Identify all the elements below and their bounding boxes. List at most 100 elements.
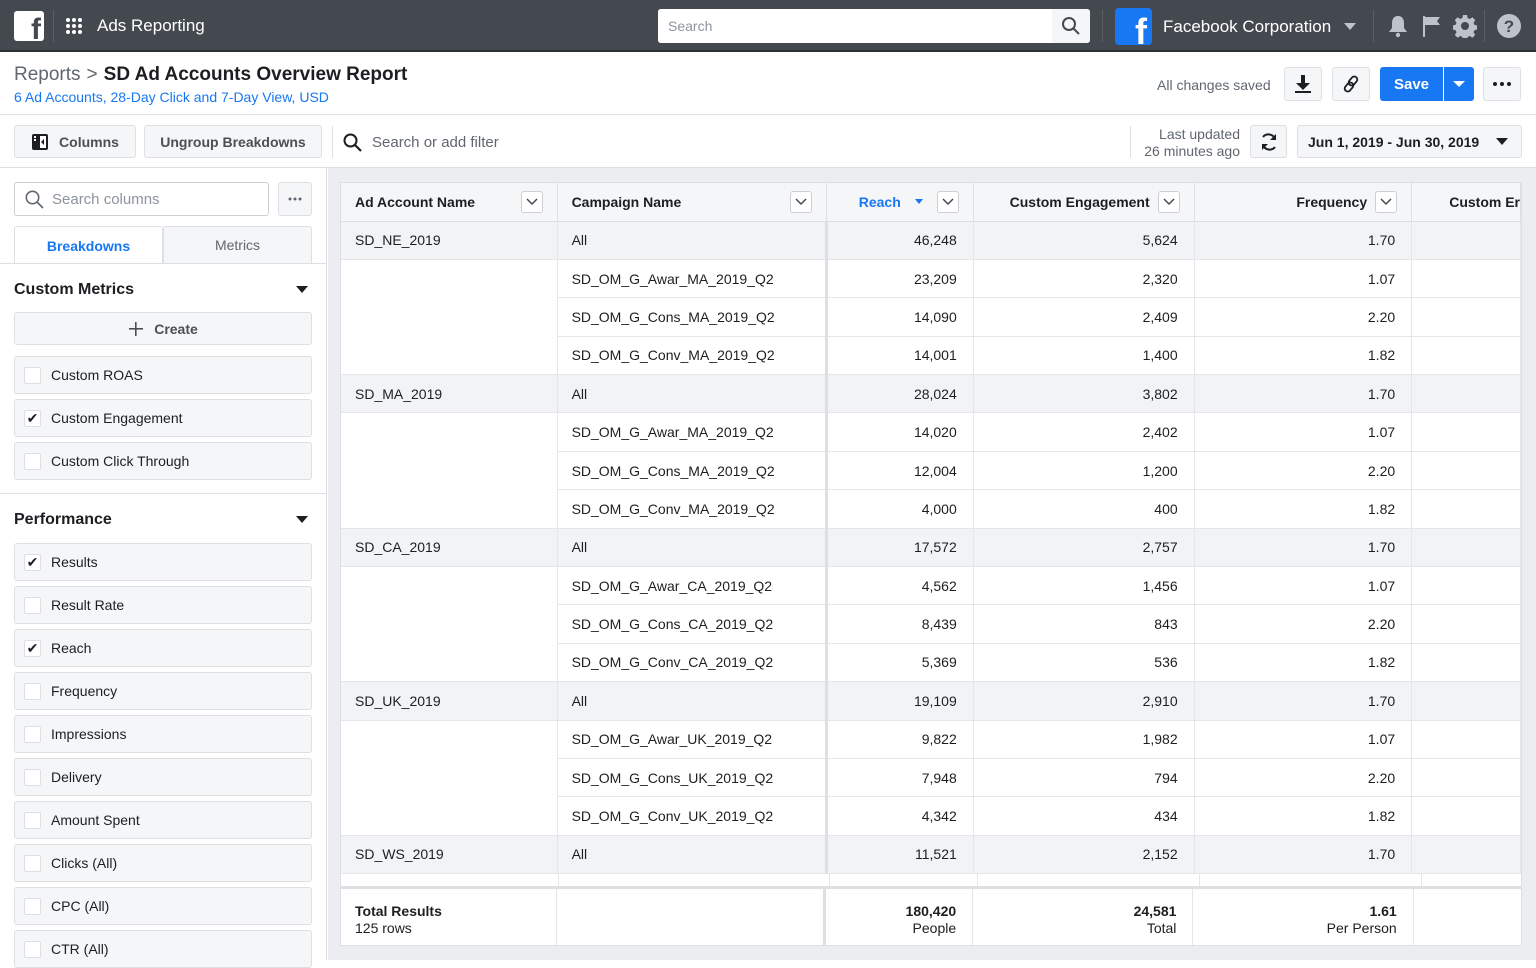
metric-item[interactable]: ✔ Custom Engagement	[14, 399, 312, 437]
frequency-cell: 1.70	[1194, 681, 1413, 721]
share-link-button[interactable]	[1332, 67, 1370, 101]
section-title-performance[interactable]: Performance	[14, 511, 112, 529]
table-row-account-total[interactable]: SD_MA_2019 All 28,024 3,802 1.70	[341, 374, 1521, 414]
checkbox[interactable]	[24, 854, 41, 872]
custom-er-cell	[1411, 528, 1521, 568]
table-row[interactable]: SD_OM_G_Awar_UK_2019_Q2 9,822 1,982 1.07	[341, 720, 1521, 759]
account-cell	[341, 259, 558, 298]
reach-cell: 4,562	[826, 566, 974, 606]
table-row-account-total[interactable]: SD_UK_2019 All 19,109 2,910 1.70	[341, 681, 1521, 721]
checkbox[interactable]	[24, 366, 41, 384]
metric-item[interactable]: CPC (All)	[14, 887, 312, 925]
column-header-custom-er[interactable]: Custom Er	[1411, 183, 1521, 222]
ungroup-breakdowns-button[interactable]: Ungroup Breakdowns	[144, 125, 322, 158]
column-menu-button[interactable]	[789, 190, 812, 213]
caret-down-icon[interactable]	[296, 516, 308, 523]
checkbox-checked[interactable]: ✔	[24, 639, 41, 657]
table-row[interactable]: SD_OM_G_Awar_CA_2019_Q2 4,562 1,456 1.07	[341, 566, 1521, 606]
campaign-cell: SD_OM_G_Awar_MA_2019_Q2	[557, 412, 828, 452]
facebook-logo-icon[interactable]: f	[14, 11, 44, 41]
column-header-custom-engagement[interactable]: Custom Engagement	[973, 183, 1195, 222]
save-options-button[interactable]	[1444, 67, 1474, 101]
section-title-custom-metrics[interactable]: Custom Metrics	[14, 281, 134, 299]
account-cell	[341, 758, 558, 797]
search-button[interactable]	[1052, 9, 1090, 43]
metric-label: Result Rate	[51, 597, 125, 613]
checkbox[interactable]	[24, 725, 41, 743]
checkbox[interactable]	[24, 940, 41, 958]
caret-down-icon[interactable]	[296, 286, 308, 293]
column-header-ad-account[interactable]: Ad Account Name	[341, 183, 558, 222]
data-table: Ad Account Name Campaign Name Reach Cust…	[341, 183, 1521, 875]
table-row-account-total[interactable]: SD_NE_2019 All 46,248 5,624 1.70	[341, 221, 1521, 260]
metric-label: Custom Engagement	[51, 410, 183, 426]
filter-search[interactable]: Search or add filter	[343, 133, 499, 152]
metric-item[interactable]: Delivery	[14, 758, 312, 796]
tab-breakdowns[interactable]: Breakdowns	[14, 226, 163, 264]
account-logo-icon[interactable]: f	[1115, 8, 1152, 45]
table-row[interactable]: SD_OM_G_Cons_MA_2019_Q2 14,090 2,409 2.20	[341, 297, 1521, 337]
account-cell: SD_NE_2019	[341, 221, 558, 260]
reach-cell: 14,090	[826, 297, 974, 337]
metric-item[interactable]: Frequency	[14, 672, 312, 710]
account-name[interactable]: Facebook Corporation	[1163, 17, 1331, 37]
tab-metrics[interactable]: Metrics	[163, 226, 312, 264]
table-row[interactable]: SD_OM_G_Conv_CA_2019_Q2 5,369 536 1.82	[341, 643, 1521, 683]
flag-icon[interactable]	[1418, 13, 1444, 39]
export-button[interactable]	[1284, 67, 1322, 101]
column-search-input[interactable]	[52, 190, 252, 208]
column-header-frequency[interactable]: Frequency	[1194, 183, 1413, 222]
metric-item[interactable]: Amount Spent	[14, 801, 312, 839]
column-menu-button[interactable]	[1375, 190, 1398, 213]
metric-item[interactable]: ✔ Reach	[14, 629, 312, 667]
chevron-down-icon[interactable]	[1344, 23, 1356, 30]
table-row-account-total[interactable]: SD_WS_2019 All 11,521 2,152 1.70	[341, 835, 1521, 875]
global-search-input[interactable]	[658, 9, 1048, 43]
metric-item[interactable]: Result Rate	[14, 586, 312, 624]
column-menu-button[interactable]	[520, 190, 543, 213]
column-menu-button[interactable]	[936, 190, 959, 213]
more-options-button[interactable]	[1483, 67, 1521, 101]
metric-item[interactable]: Clicks (All)	[14, 844, 312, 882]
metric-label: Clicks (All)	[51, 855, 118, 871]
checkbox-checked[interactable]: ✔	[24, 553, 41, 571]
apps-grid-icon[interactable]	[66, 18, 84, 34]
checkbox-checked[interactable]: ✔	[24, 409, 41, 427]
column-menu-button[interactable]	[1157, 190, 1180, 213]
breadcrumb-reports-link[interactable]: Reports	[14, 64, 81, 85]
checkbox[interactable]	[24, 897, 41, 915]
table-row[interactable]: SD_OM_G_Conv_UK_2019_Q2 4,342 434 1.82	[341, 796, 1521, 836]
table-row[interactable]: SD_OM_G_Cons_CA_2019_Q2 8,439 843 2.20	[341, 604, 1521, 644]
report-settings-link[interactable]: 6 Ad Accounts, 28-Day Click and 7-Day Vi…	[14, 89, 329, 105]
help-icon[interactable]: ?	[1496, 13, 1522, 39]
metric-item[interactable]: Impressions	[14, 715, 312, 753]
column-header-campaign[interactable]: Campaign Name	[557, 183, 827, 222]
table-row[interactable]: SD_OM_G_Cons_MA_2019_Q2 12,004 1,200 2.20	[341, 451, 1521, 491]
table-row[interactable]: SD_OM_G_Conv_MA_2019_Q2 4,000 400 1.82	[341, 489, 1521, 529]
table-row[interactable]: SD_OM_G_Cons_UK_2019_Q2 7,948 794 2.20	[341, 758, 1521, 798]
bell-icon[interactable]	[1385, 13, 1411, 39]
create-custom-metric-button[interactable]: Create	[14, 312, 312, 345]
checkbox[interactable]	[24, 811, 41, 829]
gear-icon[interactable]	[1452, 13, 1478, 39]
app-title[interactable]: Ads Reporting	[97, 16, 205, 36]
table-row[interactable]: SD_OM_G_Awar_MA_2019_Q2 23,209 2,320 1.07	[341, 259, 1521, 299]
date-range-picker[interactable]: Jun 1, 2019 - Jun 30, 2019	[1297, 125, 1522, 158]
metric-item[interactable]: Custom Click Through	[14, 442, 312, 480]
table-row[interactable]: SD_OM_G_Awar_MA_2019_Q2 14,020 2,402 1.07	[341, 412, 1521, 452]
table-row[interactable]: SD_OM_G_Conv_MA_2019_Q2 14,001 1,400 1.82	[341, 336, 1521, 376]
table-row-account-total[interactable]: SD_CA_2019 All 17,572 2,757 1.70	[341, 528, 1521, 568]
columns-button[interactable]: Columns	[14, 125, 136, 158]
metric-item[interactable]: CTR (All)	[14, 930, 312, 968]
refresh-button[interactable]	[1250, 125, 1287, 158]
checkbox[interactable]	[24, 596, 41, 614]
save-button[interactable]: Save	[1380, 67, 1443, 101]
column-header-reach[interactable]: Reach	[826, 183, 974, 222]
checkbox[interactable]	[24, 452, 41, 470]
custom-er-cell	[1411, 681, 1521, 721]
column-options-button[interactable]	[278, 182, 312, 216]
checkbox[interactable]	[24, 682, 41, 700]
checkbox[interactable]	[24, 768, 41, 786]
metric-item[interactable]: Custom ROAS	[14, 356, 312, 394]
metric-item[interactable]: ✔ Results	[14, 543, 312, 581]
